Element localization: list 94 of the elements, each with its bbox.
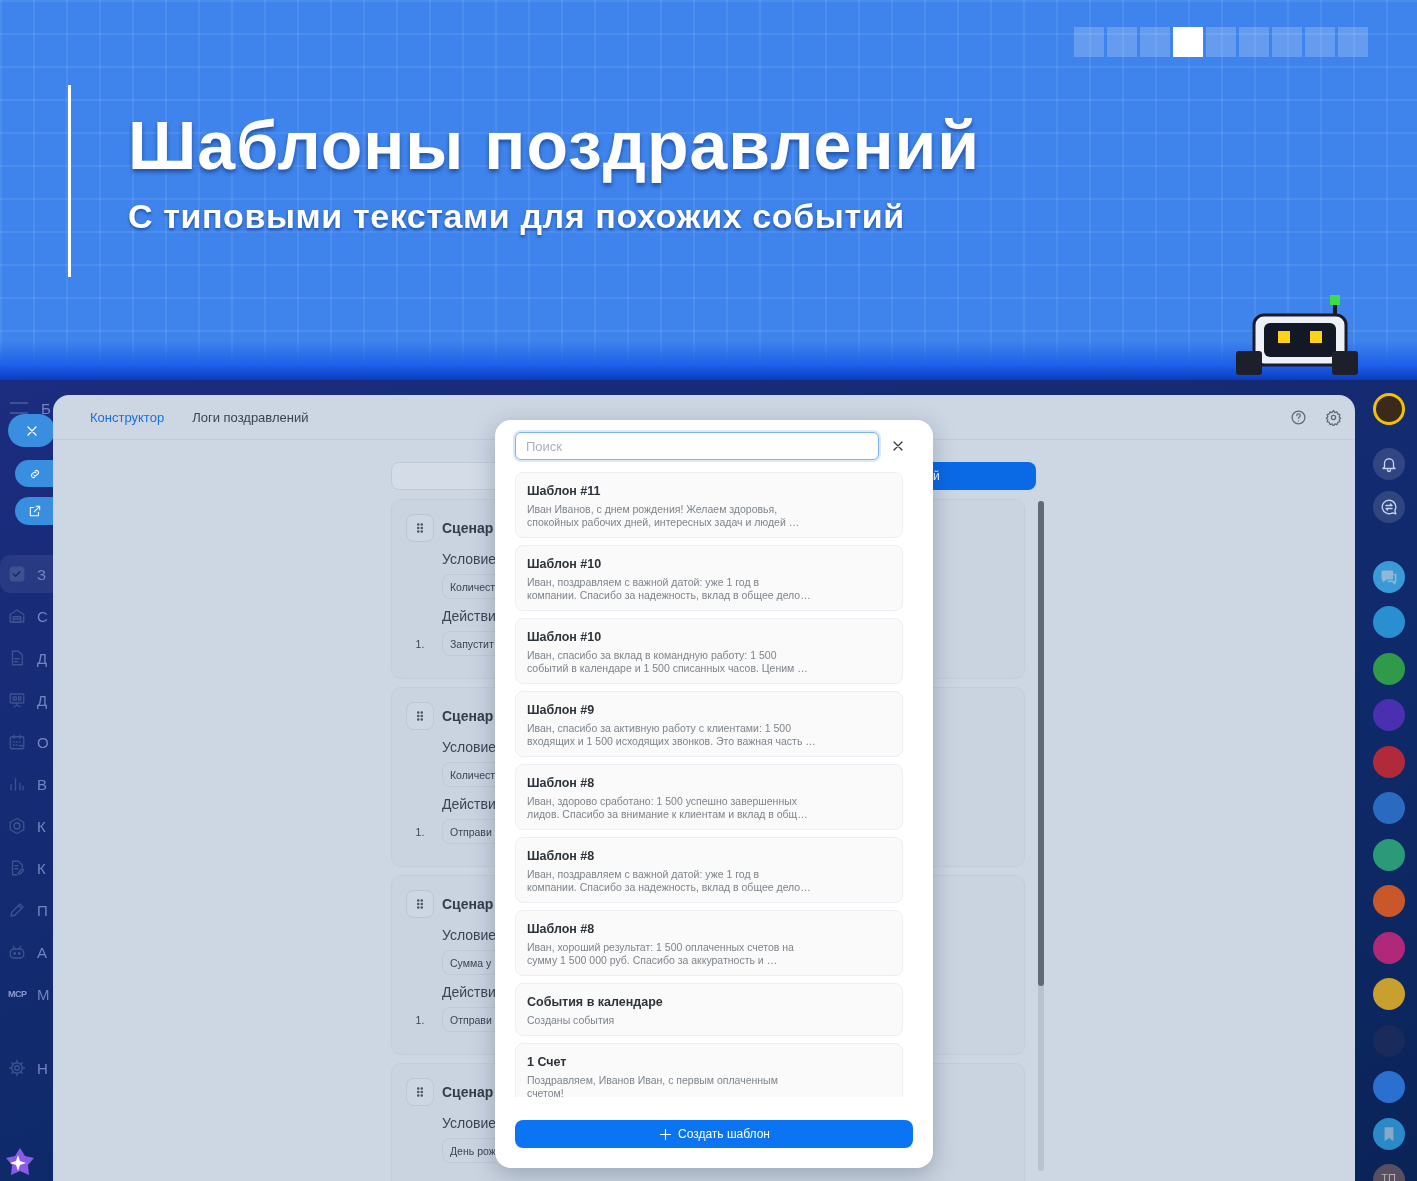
calendar-icon [8,733,26,751]
pen-icon [8,901,26,919]
template-text: Иван, спасибо за вклад в командную работу: 1 500 событий в календаре и 1 500 списанных часов. Ценим … [527,649,809,675]
template-card[interactable]: События в календаре Созданы события [515,983,903,1036]
section-label: Действи [442,795,496,813]
building-icon [8,607,26,625]
scenario-title: Сценар [442,1083,494,1102]
sidebar-item[interactable]: К [0,805,53,847]
bookmark-button[interactable] [1372,1117,1405,1150]
avatar[interactable] [1372,393,1405,425]
section-label: Действи [442,983,496,1001]
sidebar-item[interactable]: Д [0,637,53,679]
scenario-title: Сценар [442,519,494,538]
sidebar-item[interactable]: С [0,595,53,637]
drag-handle[interactable] [406,702,434,730]
sidebar-title: Б [41,399,51,417]
bell-icon [1379,455,1398,473]
chat-arrows-icon [1379,498,1398,516]
template-text: Иван, хороший результат: 1 500 оплаченных счетов на сумму 1 500 000 руб. Спасибо за аккуратность и … [527,941,795,967]
template-title: Шаблон #10 [527,556,603,572]
template-text: Иван Иванов, с днем рождения! Желаем здоровья, спокойных рабочих дней, интересных задач и людей … [527,503,801,529]
notifications-button[interactable] [1372,448,1405,480]
avatar[interactable] [1372,606,1405,638]
banner-subtitle: С типовыми текстами для похожих событий [128,199,906,233]
mcp-icon: MCP [8,988,26,1000]
help-button[interactable] [1290,408,1307,426]
sidebar-item[interactable]: О [0,721,53,763]
checkbox-icon [8,565,26,583]
sidebar-item[interactable]: Д [0,679,53,721]
template-card[interactable]: Шаблон #8 Иван, здорово сработано: 1 500 успешно завершенных лидов. Спасибо за внимание к клиентам и вклад в общ… [515,764,903,830]
section-label: Действи [442,607,496,625]
chat-button[interactable] [1372,561,1405,593]
hexagon-icon [8,817,26,835]
template-title: События в календаре [527,994,664,1010]
avatar[interactable] [1372,652,1405,685]
bar-chart-icon [8,775,26,793]
template-text: Иван, поздравляем с важной датой: уже 1 год в компании. Спасибо за надежность, вклад в общее дело… [527,576,812,602]
create-template-button[interactable]: Создать шаблон [515,1120,913,1148]
sidebar-item[interactable]: А [0,931,53,973]
link-button[interactable] [15,460,55,487]
template-text: Иван, поздравляем с важной датой: уже 1 год в компании. Спасибо за надежность, вклад в общее дело… [527,868,812,894]
user-initials[interactable]: ТП [1372,1163,1405,1181]
avatar[interactable] [1372,978,1405,1010]
settings-icon [1325,408,1342,426]
section-label: Условие [442,550,497,568]
drag-handle[interactable] [406,514,434,542]
external-link-icon [28,504,42,518]
template-card[interactable]: Шаблон #8 Иван, хороший результат: 1 500 оплаченных счетов на сумму 1 500 000 руб. Спасибо за аккуратность и … [515,910,903,976]
step-number: 1. [414,1012,426,1028]
template-card[interactable]: Шаблон #9 Иван, спасибо за активную работу с клиентами: 1 500 входящих и 1 500 исходящих звонков. Это важная часть … [515,691,903,757]
search-field[interactable]: Поиск [515,432,879,460]
scenario-title: Сценар [442,895,494,914]
template-card[interactable]: 1 Счет Поздравляем, Иванов Иван, с первым оплаченным счетом! [515,1043,903,1097]
star-logo-icon[interactable] [5,1147,35,1177]
sidebar-item[interactable]: В [0,763,53,805]
template-text: Иван, здорово сработано: 1 500 успешно завершенных лидов. Спасибо за внимание к клиентам и вклад в общ… [527,795,809,821]
sidebar-item[interactable]: К [0,847,53,889]
scrollbar[interactable] [1038,501,1044,1171]
template-title: 1 Счет [527,1054,568,1070]
sidebar-item[interactable]: Н [0,1047,53,1089]
help-icon [1290,408,1307,426]
template-title: Шаблон #11 [527,483,602,499]
template-title: Шаблон #9 [527,702,596,718]
template-card[interactable]: Шаблон #11 Иван Иванов, с днем рождения! Желаем здоровья, спокойных рабочих дней, интересных задач и людей … [515,472,903,538]
drag-handle[interactable] [406,1078,434,1106]
template-text: Поздравляем, Иванов Иван, с первым оплаченным счетом! [527,1074,779,1097]
tab[interactable]: Логи поздравлений [192,409,309,425]
drag-handle[interactable] [406,890,434,918]
template-card[interactable]: Шаблон #8 Иван, поздравляем с важной датой: уже 1 год в компании. Спасибо за надежность, вклад в общее дело… [515,837,903,903]
settings-button[interactable] [1325,408,1342,426]
step-number: 1. [414,824,426,840]
section-label: Условие [442,926,497,944]
scenario-title: Сценар [442,707,494,726]
close-button[interactable] [8,414,55,447]
template-card[interactable]: Шаблон #10 Иван, поздравляем с важной датой: уже 1 год в компании. Спасибо за надежность, вклад в общее дело… [515,545,903,611]
robot-icon [8,943,26,961]
settings-icon [8,1059,26,1077]
template-title: Шаблон #8 [527,775,596,791]
section-label: Условие [442,738,497,756]
template-card[interactable]: Шаблон #10 Иван, спасибо за вклад в командную работу: 1 500 событий в календаре и 1 500 списанных часов. Ценим … [515,618,903,684]
sidebar-item[interactable]: MCP М [0,973,53,1015]
template-title: Шаблон #8 [527,921,596,937]
chat-switch-button[interactable] [1372,491,1405,523]
external-link-button[interactable] [15,497,55,525]
template-text: Созданы события [527,1014,616,1027]
presentation-icon [8,691,26,709]
sidebar-item[interactable]: П [0,889,53,931]
section-label: Условие [442,1114,497,1132]
avatar[interactable] [1372,838,1405,871]
template-text: Иван, спасибо за активную работу с клиентами: 1 500 входящих и 1 500 исходящих звонков. Это важная часть … [527,722,817,748]
plus-icon [658,1126,673,1142]
template-title: Шаблон #10 [527,629,603,645]
template-title: Шаблон #8 [527,848,596,864]
step-number: 1. [414,636,426,652]
